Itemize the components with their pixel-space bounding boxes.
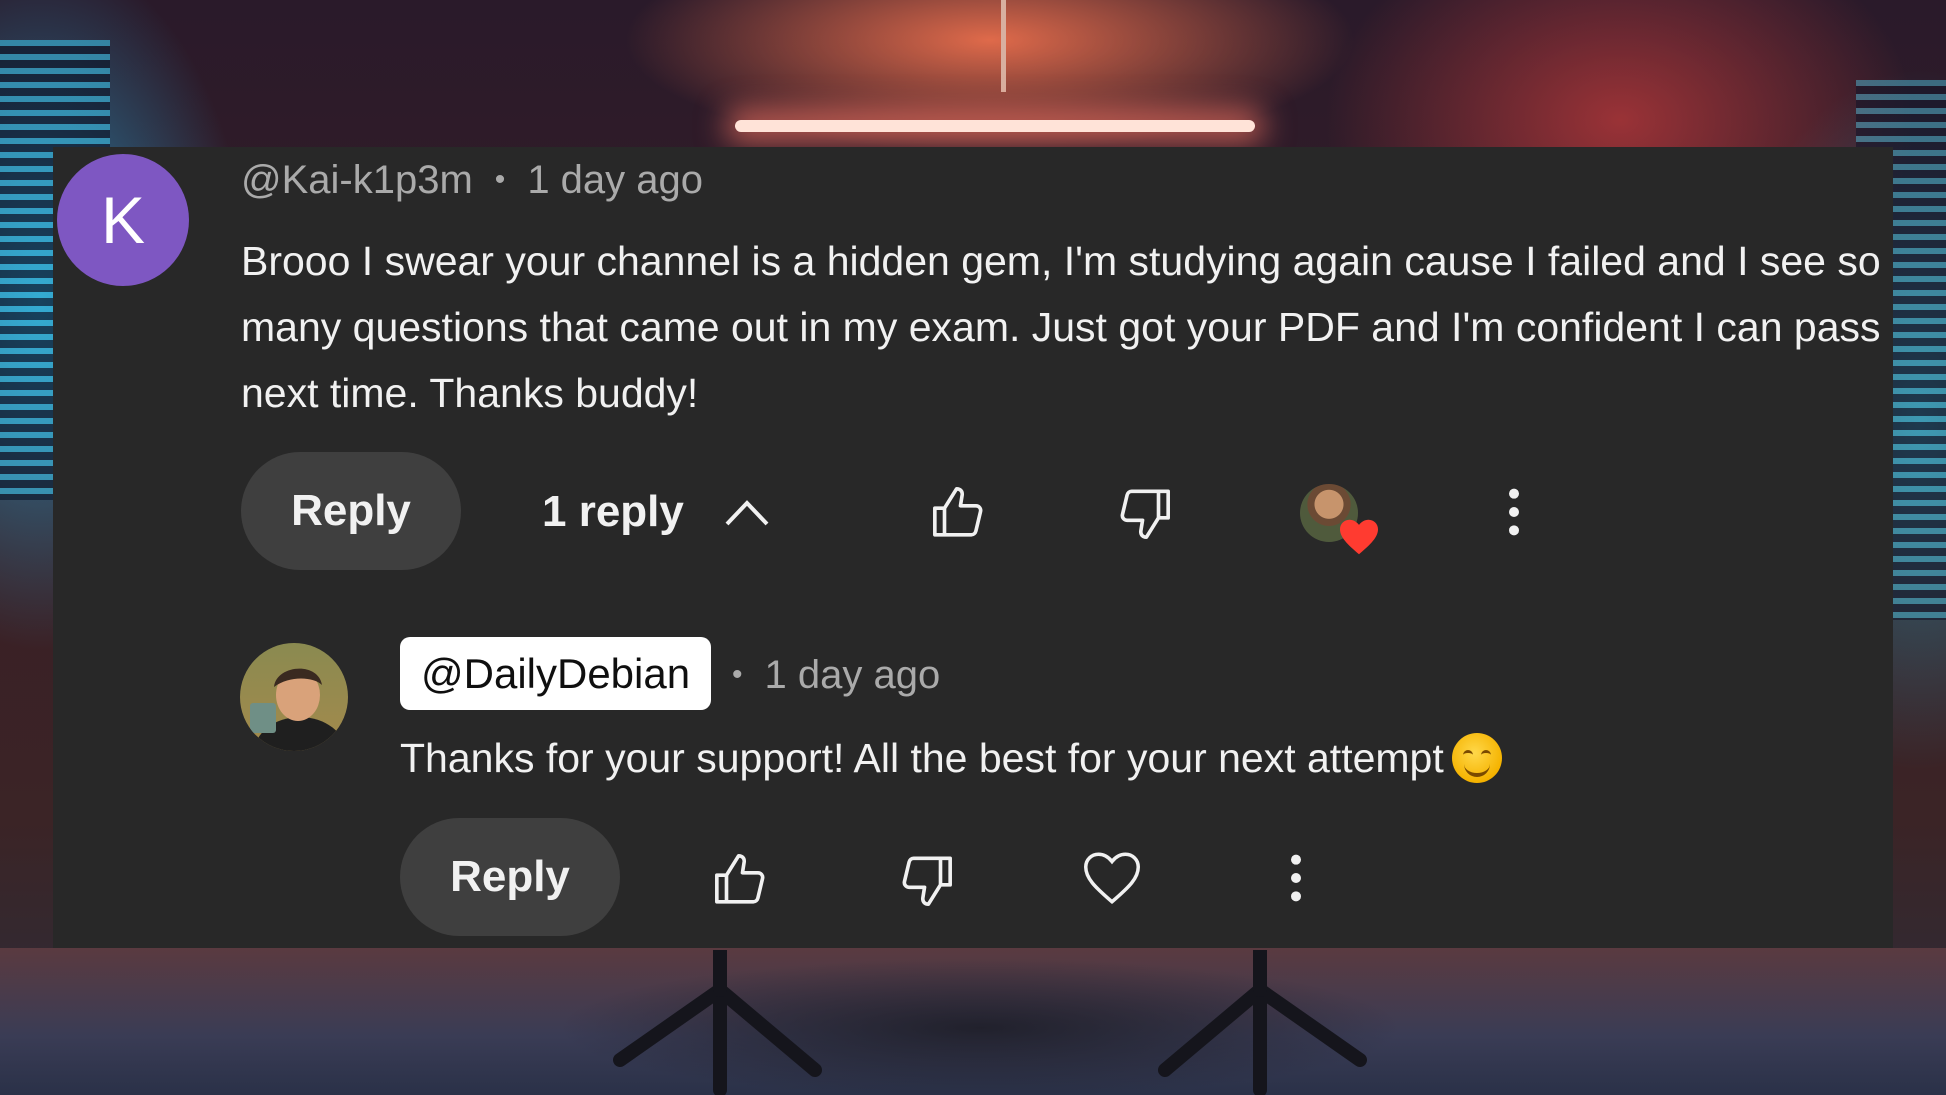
reply-meta-separator: •	[732, 658, 743, 691]
floor	[0, 948, 1946, 1095]
reply-button-label: Reply	[291, 486, 411, 535]
channel-owner-badge[interactable]: @DailyDebian	[400, 637, 712, 710]
creator-heart-badge-icon	[1340, 519, 1378, 555]
reply-button[interactable]: Reply	[241, 452, 461, 570]
reply-reply-button[interactable]: Reply	[400, 818, 620, 936]
cartoon-person-icon	[250, 668, 346, 751]
reply-thumbs-down-icon[interactable]	[897, 851, 955, 909]
reply-text: Thanks for your support! All the best fo…	[400, 735, 1444, 781]
heart-icon[interactable]	[1082, 850, 1142, 906]
commenter-avatar[interactable]: K	[57, 154, 189, 286]
more-vertical-icon[interactable]	[1499, 487, 1529, 537]
meta-separator: •	[494, 163, 506, 196]
ceiling-lamp-rod	[1001, 0, 1006, 92]
reply-thumbs-up-icon[interactable]	[712, 851, 770, 909]
comment-author[interactable]: @Kai-k1p3m	[241, 158, 473, 203]
reply-meta: • 1 day ago	[732, 645, 940, 705]
reply-time[interactable]: 1 day ago	[765, 653, 941, 698]
avatar-letter: K	[100, 183, 146, 257]
reply-more-vertical-icon[interactable]	[1281, 853, 1311, 903]
comment-meta: @Kai-k1p3m • 1 day ago	[241, 150, 703, 210]
ceiling-lamp	[735, 120, 1255, 132]
thumbs-down-icon[interactable]	[1115, 484, 1173, 542]
replies-count-label: 1 reply	[542, 487, 684, 536]
chair-base-left	[613, 950, 822, 1095]
thumbs-up-icon[interactable]	[930, 484, 988, 542]
reply-reply-button-label: Reply	[450, 852, 570, 901]
replies-toggle[interactable]: 1 reply	[542, 482, 770, 542]
comment-time[interactable]: 1 day ago	[527, 158, 703, 203]
comment-text: Brooo I swear your channel is a hidden g…	[241, 238, 1881, 416]
smiling-emoji-icon	[1451, 733, 1502, 783]
chevron-up-icon	[725, 500, 769, 526]
chair-base-right	[1158, 950, 1367, 1095]
reply-text-line: Thanks for your support! All the best fo…	[400, 725, 1502, 791]
reply-author-avatar[interactable]	[240, 643, 348, 751]
reply-author: @DailyDebian	[421, 649, 691, 697]
